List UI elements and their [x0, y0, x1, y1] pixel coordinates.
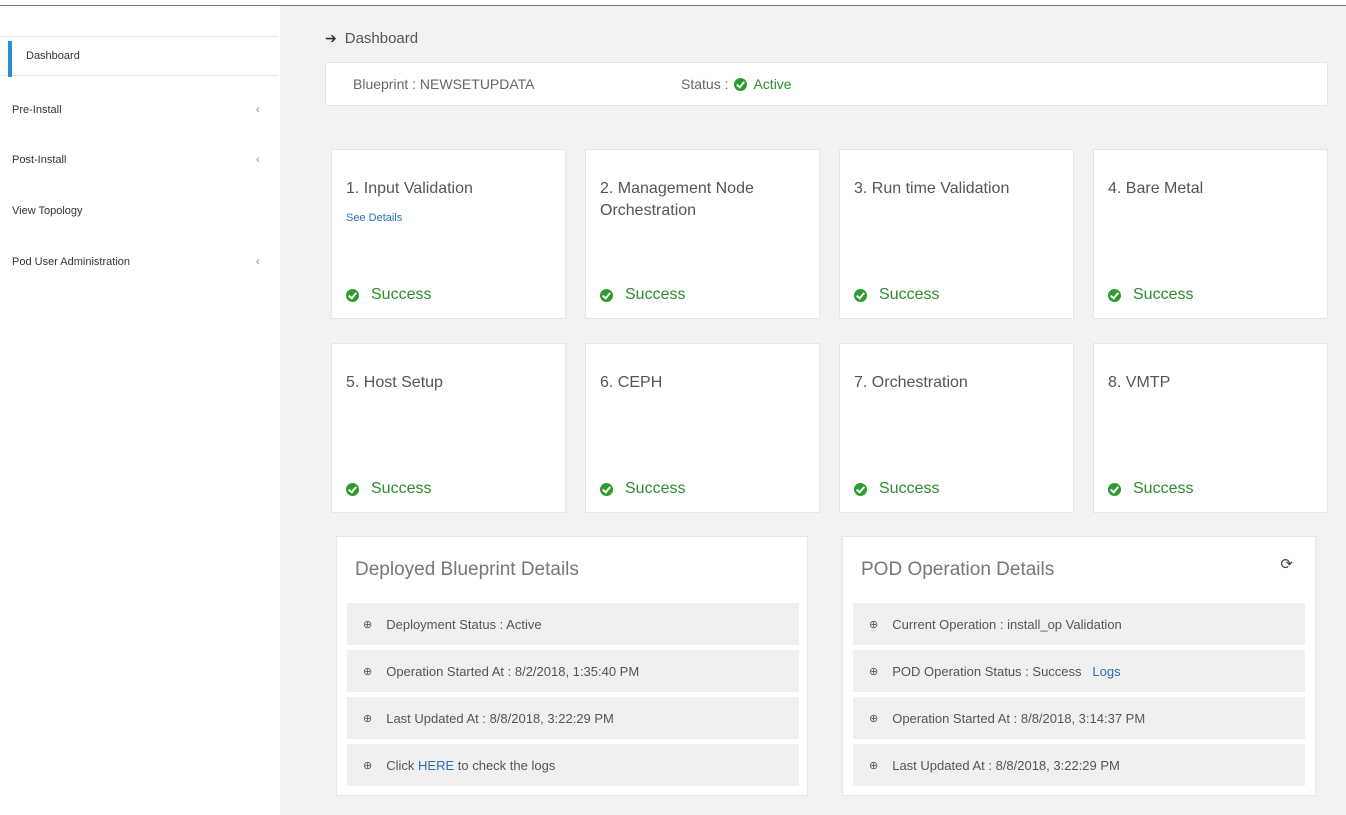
- sidebar-item-pod-user-administration[interactable]: Pod User Administration ‹: [0, 242, 278, 282]
- check-circle-icon: [1108, 288, 1121, 302]
- plus-circle-icon: ⊕: [869, 618, 879, 631]
- click-prefix: Click: [386, 757, 415, 773]
- stage-status-label: Success: [1133, 480, 1194, 497]
- stage-status-label: Success: [1133, 286, 1194, 303]
- stage-card: 3. Run time Validation Success: [839, 149, 1074, 319]
- main-content: ➔ Dashboard Blueprint : NEWSETUPDATA Sta…: [280, 6, 1346, 815]
- stage-status: Success: [1108, 480, 1193, 498]
- row-text: POD Operation Status : Success: [892, 663, 1082, 679]
- list-item: ⊕ Last Updated At : 8/8/2018, 3:22:29 PM: [347, 697, 799, 739]
- stage-card: 7. Orchestration Success: [839, 343, 1074, 513]
- plus-circle-icon: ⊕: [869, 712, 879, 725]
- list-item: ⊕ Click HERE to check the logs: [347, 744, 799, 786]
- check-circle-icon: [600, 288, 613, 302]
- stage-title: 5. Host Setup: [346, 374, 443, 391]
- stage-status-label: Success: [625, 286, 686, 303]
- blueprint-bar: Blueprint : NEWSETUPDATA Status : Active: [325, 62, 1328, 106]
- see-details-link[interactable]: See Details: [346, 212, 402, 224]
- plus-circle-icon: ⊕: [869, 759, 879, 772]
- check-circle-icon: [854, 482, 867, 496]
- stage-title: 6. CEPH: [600, 374, 663, 391]
- row-text: Operation Started At : 8/8/2018, 3:14:37…: [892, 710, 1146, 726]
- stage-status: Success: [600, 286, 685, 304]
- stage-title: 3. Run time Validation: [854, 180, 1010, 197]
- chevron-left-icon: ‹: [256, 104, 260, 116]
- breadcrumb: ➔ Dashboard: [325, 30, 418, 47]
- stage-status-label: Success: [879, 286, 940, 303]
- stage-status: Success: [346, 286, 431, 304]
- stage-title: 4. Bare Metal: [1108, 180, 1204, 197]
- deployed-blueprint-panel: Deployed Blueprint Details ⊕ Deployment …: [336, 536, 808, 796]
- sidebar-item-dashboard[interactable]: Dashboard: [0, 36, 278, 77]
- stage-card: 6. CEPH Success: [585, 343, 820, 513]
- plus-circle-icon: ⊕: [869, 665, 879, 678]
- check-circle-icon: [346, 288, 359, 302]
- check-circle-icon: [346, 482, 359, 496]
- plus-circle-icon: ⊕: [363, 618, 373, 631]
- check-circle-icon: [600, 482, 613, 496]
- blueprint-name: Blueprint : NEWSETUPDATA: [353, 76, 535, 92]
- stage-status-label: Success: [371, 286, 432, 303]
- sidebar-item-label: Pod User Administration: [12, 256, 130, 268]
- sidebar: Dashboard Pre-Install ‹ Post-Install ‹ V…: [0, 6, 280, 815]
- sidebar-item-label: View Topology: [12, 205, 83, 217]
- row-text: Deployment Status : Active: [386, 616, 542, 632]
- check-circle-icon: [734, 77, 748, 91]
- chevron-left-icon: ‹: [256, 154, 260, 166]
- row-text: Last Updated At : 8/8/2018, 3:22:29 PM: [386, 710, 614, 726]
- blueprint-status: Status : Active: [681, 76, 792, 92]
- plus-circle-icon: ⊕: [363, 665, 373, 678]
- plus-circle-icon: ⊕: [363, 712, 373, 725]
- stage-card: 8. VMTP Success: [1093, 343, 1328, 513]
- panel-title: Deployed Blueprint Details: [355, 559, 579, 580]
- stage-title: 7. Orchestration: [854, 374, 968, 391]
- sidebar-item-pre-install[interactable]: Pre-Install ‹: [0, 90, 278, 130]
- status-label: Status :: [681, 76, 729, 92]
- sidebar-item-view-topology[interactable]: View Topology: [0, 191, 278, 231]
- logs-here-link[interactable]: HERE: [418, 758, 454, 773]
- stage-card: 2. Management Node Orchestration Success: [585, 149, 820, 319]
- row-text: Operation Started At : 8/2/2018, 1:35:40…: [386, 663, 640, 679]
- list-item: ⊕ Operation Started At : 8/2/2018, 1:35:…: [347, 650, 799, 692]
- stage-status-label: Success: [879, 480, 940, 497]
- sidebar-item-post-install[interactable]: Post-Install ‹: [0, 140, 278, 180]
- logs-link[interactable]: Logs: [1092, 664, 1120, 679]
- sidebar-item-label: Pre-Install: [12, 104, 62, 116]
- stage-status: Success: [1108, 286, 1193, 304]
- list-item: ⊕ Last Updated At : 8/8/2018, 3:22:29 PM: [853, 744, 1305, 786]
- stage-status: Success: [854, 286, 939, 304]
- status-value: Active: [753, 76, 792, 92]
- row-text: Last Updated At : 8/8/2018, 3:22:29 PM: [892, 757, 1120, 773]
- breadcrumb-label: Dashboard: [344, 30, 419, 47]
- check-circle-icon: [1108, 482, 1121, 496]
- stage-status: Success: [854, 480, 939, 498]
- arrow-right-icon: ➔: [325, 30, 337, 46]
- stage-title: 8. VMTP: [1108, 374, 1171, 391]
- stage-status: Success: [600, 480, 685, 498]
- panel-title: POD Operation Details: [861, 559, 1055, 580]
- check-circle-icon: [854, 288, 867, 302]
- pod-operation-panel: POD Operation Details ⟳ ⊕ Current Operat…: [842, 536, 1316, 796]
- stage-title: 1. Input Validation: [346, 180, 473, 197]
- list-item: ⊕ Operation Started At : 8/8/2018, 3:14:…: [853, 697, 1305, 739]
- sidebar-item-label: Post-Install: [12, 154, 67, 166]
- chevron-left-icon: ‹: [256, 256, 260, 268]
- stage-card: 4. Bare Metal Success: [1093, 149, 1328, 319]
- stage-title: 2. Management Node Orchestration: [600, 180, 754, 219]
- click-suffix: to check the logs: [457, 757, 556, 773]
- stage-status-label: Success: [625, 480, 686, 497]
- refresh-icon[interactable]: ⟳: [1280, 555, 1293, 573]
- list-item: ⊕ Current Operation : install_op Validat…: [853, 603, 1305, 645]
- sidebar-item-label: Dashboard: [26, 50, 80, 62]
- list-item: ⊕ POD Operation Status : Success Logs: [853, 650, 1305, 692]
- list-item: ⊕ Deployment Status : Active: [347, 603, 799, 645]
- stage-status: Success: [346, 480, 431, 498]
- stage-card: 1. Input Validation See Details Success: [331, 149, 566, 319]
- stage-card: 5. Host Setup Success: [331, 343, 566, 513]
- stage-status-label: Success: [371, 480, 432, 497]
- plus-circle-icon: ⊕: [363, 759, 373, 772]
- row-text: Current Operation : install_op Validatio…: [892, 616, 1122, 632]
